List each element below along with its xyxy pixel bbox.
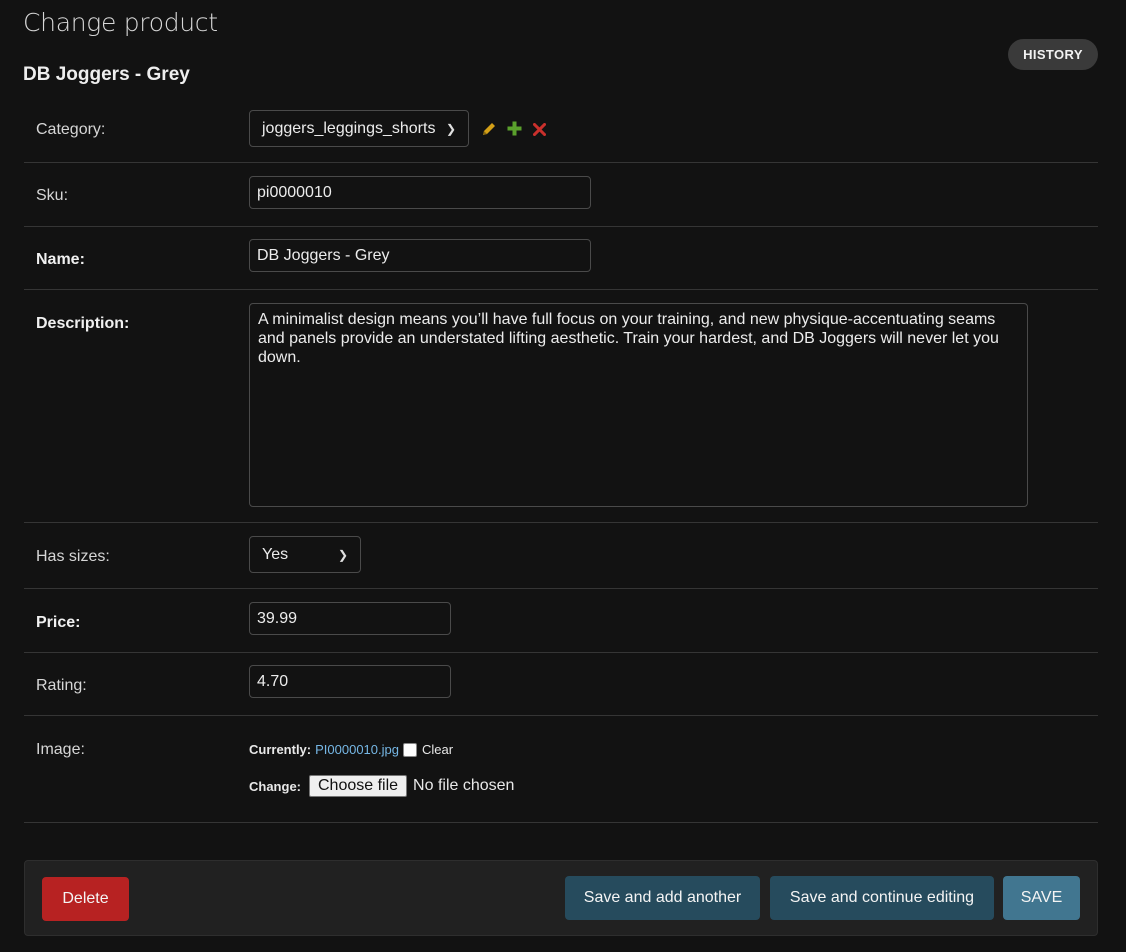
image-currently: Currently: PI0000010.jpg Clear bbox=[249, 742, 453, 757]
form-row-image: Image: bbox=[24, 716, 1098, 823]
history-button[interactable]: HISTORY bbox=[1008, 39, 1098, 70]
chevron-down-icon: ❯ bbox=[445, 121, 456, 136]
close-icon[interactable] bbox=[532, 122, 547, 141]
price-label: Price: bbox=[36, 614, 81, 631]
rating-label: Rating: bbox=[36, 677, 87, 694]
name-label: Name: bbox=[36, 251, 85, 268]
has-sizes-selected-value: Yes bbox=[262, 545, 289, 563]
object-title: DB Joggers - Grey bbox=[23, 64, 190, 85]
change-product-page: Change product HISTORY DB Joggers - Grey… bbox=[0, 0, 1126, 952]
image-change: Change: Choose file No file chosen bbox=[249, 775, 514, 797]
category-selected-value: joggers_leggings_shorts bbox=[262, 119, 436, 137]
description-label: Description: bbox=[36, 315, 130, 332]
form-row-category: Category: joggers_leggings_shorts ❯ bbox=[24, 97, 1098, 163]
save-button[interactable]: SAVE bbox=[1003, 876, 1080, 920]
delete-button[interactable]: Delete bbox=[42, 877, 129, 921]
current-file-link[interactable]: PI0000010.jpg bbox=[315, 742, 399, 757]
clear-label: Clear bbox=[421, 742, 454, 757]
form-row-name: Name: DB Joggers - Grey bbox=[24, 227, 1098, 290]
category-label: Category: bbox=[36, 121, 106, 138]
has-sizes-select[interactable]: Yes ❯ bbox=[249, 536, 361, 573]
change-label: Change: bbox=[249, 778, 301, 794]
save-and-add-another-button[interactable]: Save and add another bbox=[565, 876, 760, 920]
category-select[interactable]: joggers_leggings_shorts ❯ bbox=[249, 110, 469, 147]
file-status: No file chosen bbox=[413, 777, 515, 794]
sku-label: Sku: bbox=[36, 187, 69, 204]
form-row-has-sizes: Has sizes: Yes ❯ bbox=[24, 523, 1098, 589]
description-textarea[interactable]: A minimalist design means you’ll have fu… bbox=[249, 303, 1028, 507]
clear-checkbox[interactable] bbox=[402, 742, 417, 757]
image-label: Image: bbox=[36, 741, 85, 758]
submit-row: Delete Save and add another Save and con… bbox=[24, 860, 1098, 936]
pencil-icon[interactable] bbox=[481, 121, 497, 142]
form-row-description: Description: A minimalist design means y… bbox=[24, 290, 1098, 523]
form-row-price: Price: 39.99 bbox=[24, 589, 1098, 653]
sku-input[interactable]: pi0000010 bbox=[249, 176, 591, 209]
chevron-down-icon: ❯ bbox=[337, 547, 348, 562]
choose-file-button[interactable]: Choose file bbox=[309, 775, 408, 797]
currently-label: Currently: bbox=[249, 742, 312, 757]
form-row-rating: Rating: 4.70 bbox=[24, 653, 1098, 716]
save-and-continue-button[interactable]: Save and continue editing bbox=[770, 876, 994, 920]
has-sizes-label: Has sizes: bbox=[36, 548, 110, 565]
plus-icon[interactable] bbox=[507, 121, 522, 141]
page-title: Change product bbox=[23, 8, 218, 37]
rating-input[interactable]: 4.70 bbox=[249, 665, 451, 698]
name-input[interactable]: DB Joggers - Grey bbox=[249, 239, 591, 272]
price-input[interactable]: 39.99 bbox=[249, 602, 451, 635]
form-row-sku: Sku: pi0000010 bbox=[24, 163, 1098, 227]
